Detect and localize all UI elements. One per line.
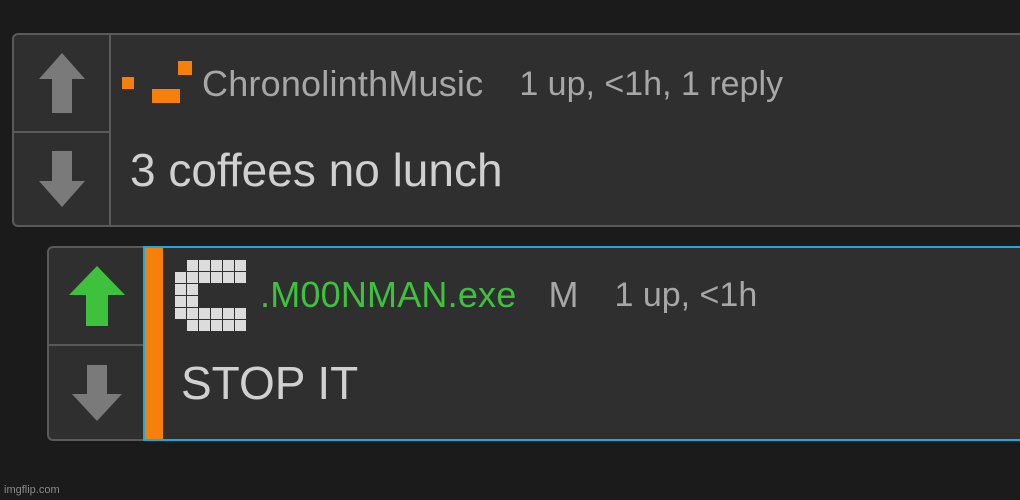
reply-indicator (145, 248, 163, 439)
vote-column (49, 248, 145, 439)
comment-meta: 1 up, <1h, 1 reply (519, 64, 784, 103)
comment-text: STOP IT (181, 357, 359, 409)
arrow-up-icon (38, 53, 85, 113)
watermark: imgflip.com (4, 484, 60, 496)
arrow-down-icon (72, 364, 122, 421)
username[interactable]: ChronolinthMusic (202, 63, 483, 105)
downvote-button[interactable] (49, 346, 145, 439)
comment-chronolinthmusic: ChronolinthMusic 1 up, <1h, 1 reply 3 co… (12, 33, 1020, 227)
comment-meta: 1 up, <1h (614, 275, 758, 314)
avatar[interactable] (175, 259, 246, 331)
comment-text: 3 coffees no lunch (130, 144, 503, 196)
upvote-button[interactable] (49, 248, 145, 344)
comment-header: ChronolinthMusic 1 up, <1h, 1 reply (122, 61, 783, 107)
downvote-button[interactable] (14, 133, 109, 225)
upvote-button[interactable] (14, 35, 109, 131)
mod-badge: M (548, 274, 579, 315)
username[interactable]: .M00NMAN.exe (260, 274, 516, 316)
comment-moonman-reply: .M00NMAN.exe M 1 up, <1h STOP IT (47, 246, 1020, 441)
arrow-up-icon (69, 266, 125, 326)
vote-column (14, 35, 111, 225)
comment-header: .M00NMAN.exe M 1 up, <1h (175, 259, 758, 331)
avatar[interactable] (122, 61, 194, 107)
arrow-down-icon (38, 151, 85, 207)
